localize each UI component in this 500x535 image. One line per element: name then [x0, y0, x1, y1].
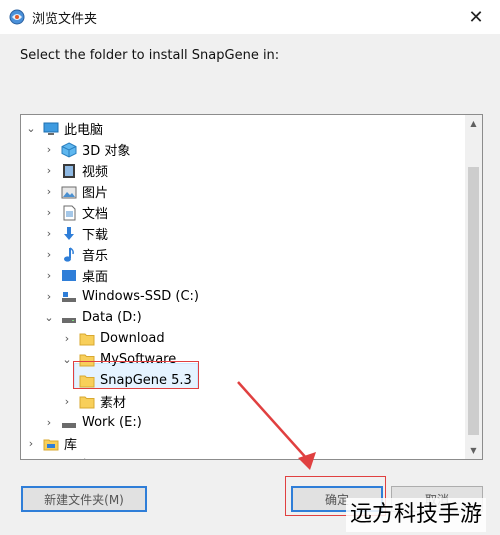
tree-item-label: 此电脑: [64, 123, 104, 138]
tree-item-drive-e[interactable]: › Work (E:): [43, 412, 142, 433]
scroll-down-icon[interactable]: ▼: [465, 442, 482, 459]
tree-item-materials-folder[interactable]: › 素材: [61, 391, 126, 412]
close-icon: ✕: [468, 6, 484, 28]
tree-item-videos[interactable]: › 视频: [43, 160, 108, 181]
title-bar: 浏览文件夹 ✕: [0, 0, 500, 34]
chevron-right-icon[interactable]: ›: [43, 202, 55, 223]
annotation-highlight-box: [73, 361, 199, 389]
vertical-scrollbar[interactable]: ▲ ▼: [465, 115, 482, 459]
tree-item-label: 音乐: [82, 249, 109, 264]
annotation-arrow-icon: [237, 381, 316, 470]
tree-item-label: Data (D:): [82, 310, 142, 325]
chevron-right-icon[interactable]: ›: [61, 328, 73, 349]
tree-item-documents[interactable]: › 文档: [43, 202, 108, 223]
chevron-right-icon[interactable]: ›: [43, 244, 55, 265]
tree-item-label: Windows-SSD (C:): [82, 289, 199, 304]
tree-item-label: 图片: [82, 186, 109, 201]
drive-icon: [62, 422, 76, 428]
tree-item-libraries[interactable]: › 库: [25, 433, 77, 454]
tree-item-download-folder[interactable]: › Download: [61, 328, 165, 349]
chevron-down-icon[interactable]: ⌄: [43, 307, 55, 328]
chevron-right-icon[interactable]: ›: [43, 139, 55, 160]
drive-icon: [62, 291, 76, 302]
tree-item-desktop[interactable]: › 桌面: [43, 265, 108, 286]
tree-item-downloads[interactable]: › 下载: [43, 223, 108, 244]
tree-item-label: 视频: [82, 165, 109, 180]
chevron-right-icon[interactable]: ›: [43, 412, 55, 433]
tree-item-label: 库: [64, 438, 78, 453]
documents-icon: [63, 205, 76, 220]
folder-icon: [79, 396, 95, 408]
tree-item-network[interactable]: › 网络: [25, 454, 90, 459]
library-icon: [43, 439, 59, 450]
new-folder-button[interactable]: 新建文件夹(M): [21, 486, 147, 512]
downloads-icon: [64, 226, 74, 240]
folder-icon: [79, 333, 95, 345]
tree-item-this-pc[interactable]: ⌄ 此电脑: [25, 118, 103, 139]
chevron-down-icon[interactable]: ⌄: [25, 118, 37, 139]
tree-item-label: 3D 对象: [82, 144, 131, 159]
scroll-up-icon[interactable]: ▲: [465, 115, 482, 132]
pc-icon: [43, 122, 59, 135]
tree-item-label: 桌面: [82, 270, 109, 285]
chevron-right-icon[interactable]: ›: [25, 454, 37, 459]
chevron-right-icon[interactable]: ›: [25, 433, 37, 454]
chevron-right-icon[interactable]: ›: [43, 286, 55, 307]
dialog-prompt: Select the folder to install SnapGene in…: [20, 48, 280, 63]
scroll-thumb[interactable]: [468, 167, 479, 435]
tree-item-drive-c[interactable]: › Windows-SSD (C:): [43, 286, 199, 307]
app-icon: [9, 9, 25, 25]
drive-icon: [62, 317, 76, 323]
video-icon: [63, 163, 75, 178]
tree-item-label: Download: [100, 331, 165, 346]
watermark: 远方科技手游: [346, 498, 487, 532]
pictures-icon: [61, 186, 77, 198]
tree-item-label: 素材: [100, 396, 127, 411]
tree-item-3d-objects[interactable]: › 3D 对象: [43, 139, 130, 160]
window-title: 浏览文件夹: [32, 12, 98, 27]
desktop-icon: [62, 269, 76, 281]
tree-item-label: 网络: [64, 455, 90, 459]
network-icon: [48, 458, 54, 459]
close-button[interactable]: ✕: [452, 0, 500, 34]
chevron-right-icon[interactable]: ›: [61, 391, 73, 412]
chevron-right-icon[interactable]: ›: [43, 160, 55, 181]
chevron-down-icon[interactable]: ⌄: [61, 349, 73, 370]
3d-objects-icon: [61, 141, 77, 158]
chevron-right-icon[interactable]: ›: [43, 265, 55, 286]
chevron-right-icon[interactable]: ›: [43, 223, 55, 244]
tree-item-music[interactable]: › 音乐: [43, 244, 108, 265]
tree-item-label: 下载: [82, 228, 109, 243]
chevron-right-icon[interactable]: ›: [43, 181, 55, 202]
tree-item-drive-d[interactable]: ⌄ Data (D:): [43, 307, 142, 328]
tree-item-label: Work (E:): [82, 415, 142, 430]
tree-item-label: 文档: [82, 207, 109, 222]
music-icon: [64, 246, 74, 262]
tree-item-pictures[interactable]: › 图片: [43, 181, 108, 202]
